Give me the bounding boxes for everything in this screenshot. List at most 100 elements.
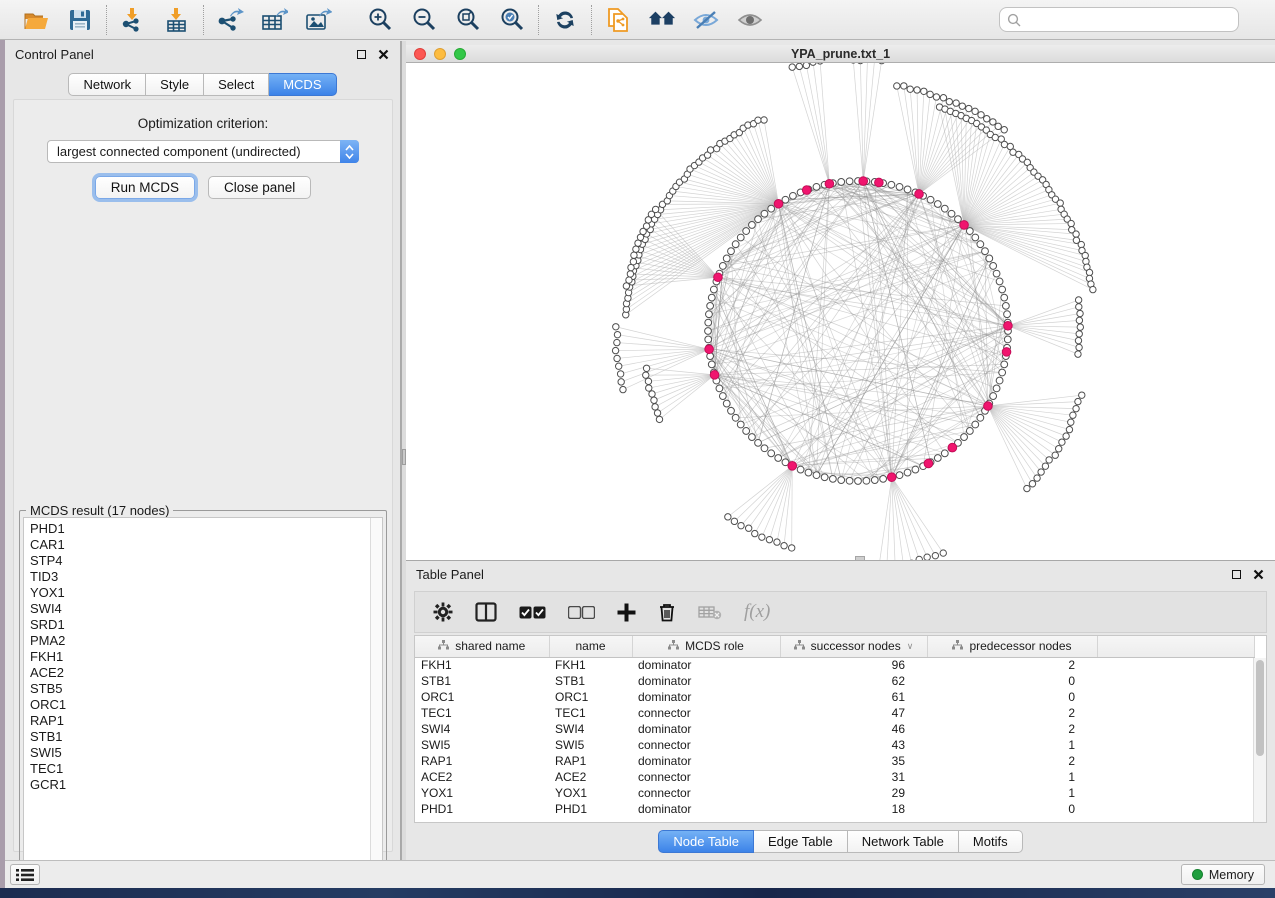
mcds-node[interactable] xyxy=(948,443,957,452)
delete-icon[interactable] xyxy=(658,602,676,622)
graph-node[interactable] xyxy=(959,103,965,109)
mcds-node[interactable] xyxy=(1002,348,1011,357)
export-table-icon[interactable] xyxy=(260,6,288,34)
graph-node[interactable] xyxy=(1068,220,1074,226)
network-canvas[interactable] xyxy=(406,63,1275,560)
add-icon[interactable] xyxy=(617,603,636,622)
graph-node[interactable] xyxy=(755,439,762,446)
cell[interactable]: dominator xyxy=(632,801,780,817)
graph-node[interactable] xyxy=(901,83,907,89)
cell[interactable]: PHD1 xyxy=(549,801,632,817)
graph-node[interactable] xyxy=(871,477,878,484)
network-view-titlebar[interactable]: YPA_prune.txt_1 xyxy=(406,45,1275,63)
graph-node[interactable] xyxy=(749,222,756,229)
column-header[interactable]: predecessor nodes xyxy=(927,636,1097,657)
graph-node[interactable] xyxy=(631,252,637,258)
graph-node[interactable] xyxy=(617,371,623,377)
graph-node[interactable] xyxy=(896,472,903,479)
close-panel-icon[interactable] xyxy=(376,47,390,61)
home-icon[interactable] xyxy=(648,6,676,34)
result-node[interactable]: STP4 xyxy=(30,553,370,569)
tab-edge-table[interactable]: Edge Table xyxy=(754,830,848,853)
mcds-result-list[interactable]: PHD1CAR1STP4TID3YOX1SWI4SRD1PMA2FKH1ACE2… xyxy=(23,517,383,874)
graph-node[interactable] xyxy=(1090,286,1096,292)
graph-node[interactable] xyxy=(737,421,744,428)
graph-node[interactable] xyxy=(972,234,979,241)
task-history-button[interactable] xyxy=(10,864,40,885)
graph-node[interactable] xyxy=(643,223,649,229)
graph-node[interactable] xyxy=(1068,419,1074,425)
cell[interactable]: 0 xyxy=(927,689,1097,705)
cell[interactable]: dominator xyxy=(632,721,780,737)
cell[interactable]: 0 xyxy=(927,801,1097,817)
cell[interactable]: 2 xyxy=(927,753,1097,769)
graph-node[interactable] xyxy=(1038,469,1044,475)
table-row[interactable]: SWI4SWI4dominator462 xyxy=(415,721,1255,737)
graph-node[interactable] xyxy=(1086,269,1092,275)
graph-node[interactable] xyxy=(627,271,633,277)
graph-node[interactable] xyxy=(1034,475,1040,481)
cell[interactable]: ORC1 xyxy=(415,689,549,705)
cell[interactable]: 18 xyxy=(780,801,927,817)
graph-node[interactable] xyxy=(743,228,750,235)
graph-node[interactable] xyxy=(940,550,946,556)
graph-node[interactable] xyxy=(955,216,962,223)
graph-node[interactable] xyxy=(1076,344,1082,350)
graph-node[interactable] xyxy=(813,183,820,190)
tab-network-table[interactable]: Network Table xyxy=(848,830,959,853)
graph-node[interactable] xyxy=(630,258,636,264)
table-row[interactable]: FKH1FKH1dominator962 xyxy=(415,657,1255,673)
tab-select[interactable]: Select xyxy=(204,73,269,96)
graph-node[interactable] xyxy=(1042,463,1048,469)
cell[interactable]: RAP1 xyxy=(549,753,632,769)
result-node[interactable]: SWI5 xyxy=(30,745,370,761)
graph-node[interactable] xyxy=(752,530,758,536)
cell[interactable]: 96 xyxy=(780,657,927,673)
graph-node[interactable] xyxy=(652,404,658,410)
graph-node[interactable] xyxy=(1063,433,1069,439)
cell[interactable]: 1 xyxy=(927,785,1097,801)
graph-node[interactable] xyxy=(620,386,626,392)
graph-node[interactable] xyxy=(1076,331,1082,337)
show-eye-icon[interactable] xyxy=(736,6,764,34)
graph-node[interactable] xyxy=(838,179,845,186)
result-node[interactable]: RAP1 xyxy=(30,713,370,729)
graph-node[interactable] xyxy=(1052,452,1058,458)
graph-node[interactable] xyxy=(948,210,955,217)
cell[interactable]: 31 xyxy=(780,769,927,785)
graph-node[interactable] xyxy=(651,397,657,403)
cell[interactable]: SWI5 xyxy=(549,737,632,753)
graph-node[interactable] xyxy=(863,477,870,484)
graph-node[interactable] xyxy=(737,234,744,241)
cell[interactable]: dominator xyxy=(632,673,780,689)
graph-node[interactable] xyxy=(774,539,780,545)
result-scrollbar[interactable] xyxy=(370,518,382,873)
graph-node[interactable] xyxy=(613,324,619,330)
table-scrollbar[interactable] xyxy=(1253,658,1266,822)
graph-node[interactable] xyxy=(654,410,660,416)
graph-node[interactable] xyxy=(990,119,996,125)
result-node[interactable]: GCR1 xyxy=(30,777,370,793)
graph-node[interactable] xyxy=(953,100,959,106)
import-table-icon[interactable] xyxy=(163,6,191,34)
result-node[interactable]: YOX1 xyxy=(30,585,370,601)
graph-node[interactable] xyxy=(972,108,978,114)
column-header[interactable]: successor nodes∨ xyxy=(780,636,927,657)
mcds-node[interactable] xyxy=(887,473,896,482)
close-panel-button[interactable]: Close panel xyxy=(208,176,311,199)
table-row[interactable]: STB1STB1dominator620 xyxy=(415,673,1255,689)
graph-node[interactable] xyxy=(1078,241,1084,247)
mcds-node[interactable] xyxy=(875,178,884,187)
graph-node[interactable] xyxy=(941,205,948,212)
column-header[interactable]: name xyxy=(549,636,632,657)
result-node[interactable]: SRD1 xyxy=(30,617,370,633)
float-panel-icon[interactable] xyxy=(354,47,368,61)
graph-node[interactable] xyxy=(728,248,735,255)
criterion-dropdown[interactable]: largest connected component (undirected) xyxy=(47,140,359,163)
graph-node[interactable] xyxy=(649,391,655,397)
sort-chevron-icon[interactable]: ∨ xyxy=(907,641,914,652)
graph-node[interactable] xyxy=(1046,457,1052,463)
export-image-icon[interactable] xyxy=(304,6,332,34)
graph-node[interactable] xyxy=(972,421,979,428)
graph-node[interactable] xyxy=(1002,302,1009,309)
